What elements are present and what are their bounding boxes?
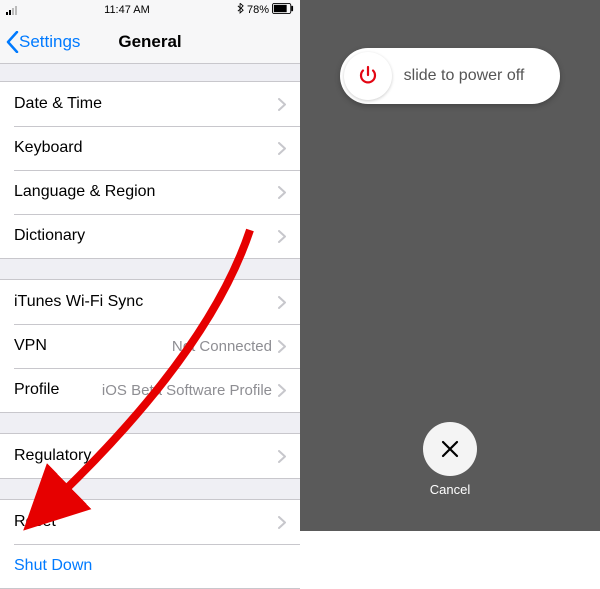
close-icon — [441, 440, 459, 458]
row-date-time[interactable]: Date & Time — [0, 82, 300, 126]
settings-general-screen: 11:47 AM 78% Settings General Date — [0, 0, 300, 531]
row-label: Keyboard — [14, 139, 83, 157]
power-icon — [356, 64, 380, 88]
row-label: iTunes Wi-Fi Sync — [14, 293, 143, 311]
row-itunes-wifi-sync[interactable]: iTunes Wi-Fi Sync — [0, 280, 300, 324]
row-label: Regulatory — [14, 447, 91, 465]
chevron-right-icon — [278, 450, 286, 463]
row-regulatory[interactable]: Regulatory — [0, 434, 300, 478]
cancel-button[interactable] — [423, 422, 477, 476]
power-off-screen: slide to power off Cancel — [300, 0, 600, 531]
row-label: Profile — [14, 381, 59, 399]
row-vpn[interactable]: VPN Not Connected — [0, 324, 300, 368]
battery-percent: 78% — [247, 4, 269, 16]
row-profile[interactable]: Profile iOS Beta Software Profile — [0, 368, 300, 412]
chevron-right-icon — [278, 142, 286, 155]
row-label: Shut Down — [14, 557, 92, 575]
row-label: Dictionary — [14, 227, 85, 245]
row-label: Language & Region — [14, 183, 155, 201]
chevron-right-icon — [278, 186, 286, 199]
chevron-right-icon — [278, 296, 286, 309]
power-knob[interactable] — [344, 52, 392, 100]
chevron-right-icon — [278, 340, 286, 353]
chevron-right-icon — [278, 516, 286, 529]
status-bar: 11:47 AM 78% — [0, 0, 300, 20]
row-label: Date & Time — [14, 95, 102, 113]
settings-list: Date & Time Keyboard Language & Region D… — [0, 81, 300, 589]
row-detail: iOS Beta Software Profile — [59, 382, 278, 399]
row-dictionary[interactable]: Dictionary — [0, 214, 300, 258]
nav-bar: Settings General — [0, 20, 300, 64]
row-detail: Not Connected — [47, 338, 278, 355]
status-time: 11:47 AM — [104, 4, 150, 16]
signal-icon — [6, 6, 17, 15]
row-keyboard[interactable]: Keyboard — [0, 126, 300, 170]
chevron-right-icon — [278, 98, 286, 111]
row-shut-down[interactable]: Shut Down — [0, 544, 300, 588]
chevron-right-icon — [278, 230, 286, 243]
cancel-area: Cancel — [423, 422, 477, 497]
row-label: VPN — [14, 337, 47, 355]
battery-icon — [272, 3, 294, 17]
chevron-right-icon — [278, 384, 286, 397]
bluetooth-icon — [237, 3, 244, 17]
page-title: General — [0, 32, 300, 52]
slider-label: slide to power off — [392, 67, 556, 85]
row-reset[interactable]: Reset — [0, 500, 300, 544]
slide-to-power-off[interactable]: slide to power off — [340, 48, 560, 104]
row-language-region[interactable]: Language & Region — [0, 170, 300, 214]
cancel-label: Cancel — [430, 482, 470, 497]
row-label: Reset — [14, 513, 56, 531]
